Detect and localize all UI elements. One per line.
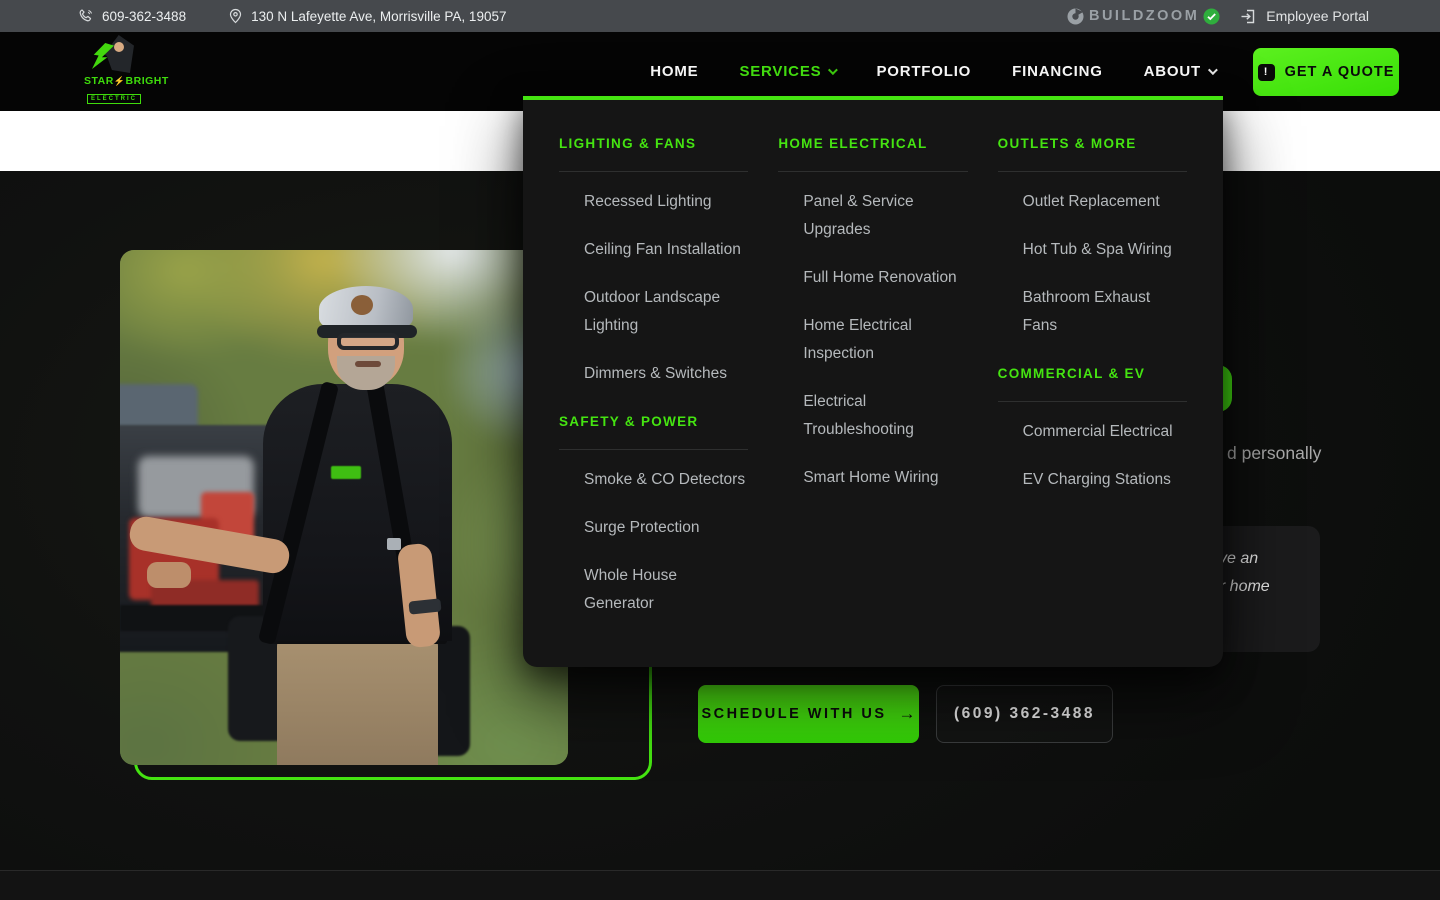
menu-column-3: OUTLETS & MORE Outlet Replacement Hot Tu… — [998, 136, 1187, 631]
phone-icon — [78, 8, 94, 24]
logo-mascot — [92, 35, 136, 73]
menu-item[interactable]: Electrical Troubleshooting — [803, 388, 967, 444]
topbar-phone-text: 609-362-3488 — [102, 9, 186, 24]
buildzoom-logo-icon — [1066, 7, 1085, 26]
photo-art — [387, 538, 401, 550]
electrician-photo — [120, 250, 568, 765]
photo-art — [277, 636, 438, 765]
menu-section-safety-power: SAFETY & POWER Smoke & CO Detectors Surg… — [559, 414, 748, 618]
photo-art — [337, 333, 399, 350]
menu-item[interactable]: Panel & Service Upgrades — [803, 188, 967, 244]
location-pin-icon — [228, 8, 243, 24]
nav-financing[interactable]: FINANCING — [1012, 63, 1103, 80]
menu-section-outlets-more: OUTLETS & MORE Outlet Replacement Hot Tu… — [998, 136, 1187, 340]
menu-column-2: HOME ELECTRICAL Panel & Service Upgrades… — [778, 136, 967, 631]
menu-item[interactable]: Dimmers & Switches — [584, 360, 748, 388]
arrow-right-icon: → — [899, 704, 916, 724]
menu-section-lighting-fans: LIGHTING & FANS Recessed Lighting Ceilin… — [559, 136, 748, 388]
menu-item[interactable]: Hot Tub & Spa Wiring — [1023, 236, 1187, 264]
menu-item[interactable]: Ceiling Fan Installation — [584, 236, 748, 264]
divider — [998, 401, 1187, 402]
menu-item[interactable]: Bathroom Exhaust Fans — [1023, 284, 1187, 340]
topbar-address-text: 130 N Lafeyette Ave, Morrisville PA, 190… — [251, 9, 506, 24]
nav-services[interactable]: SERVICES — [739, 63, 835, 80]
phone-number-button[interactable]: (609) 362-3488 — [936, 685, 1113, 743]
get-a-quote-label: GET A QUOTE — [1285, 64, 1395, 80]
photo-art — [147, 562, 191, 588]
menu-section-title: OUTLETS & MORE — [998, 136, 1187, 151]
intro-text-fragment: d personally — [1227, 443, 1321, 464]
schedule-label: SCHEDULE WITH US — [702, 706, 887, 722]
phone-button-label: (609) 362-3488 — [954, 705, 1095, 723]
menu-item[interactable]: Home Electrical Inspection — [803, 312, 967, 368]
top-utility-bar: 609-362-3488 130 N Lafeyette Ave, Morris… — [0, 0, 1440, 32]
services-dropdown-menu: LIGHTING & FANS Recessed Lighting Ceilin… — [523, 96, 1223, 667]
menu-section-title: HOME ELECTRICAL — [778, 136, 967, 151]
logo[interactable]: STAR⚡BRIGHT ELECTRIC — [84, 35, 144, 107]
menu-section-title: COMMERCIAL & EV — [998, 366, 1187, 381]
menu-item[interactable]: Commercial Electrical — [1023, 418, 1187, 446]
footer-strip — [0, 870, 1440, 900]
nav-about[interactable]: ABOUT — [1144, 63, 1215, 80]
lightning-bolt-glyph: ⚡ — [114, 76, 126, 86]
quote-badge-icon: ! — [1258, 64, 1275, 81]
menu-item[interactable]: Recessed Lighting — [584, 188, 748, 216]
divider — [559, 449, 748, 450]
logo-wordmark: STAR⚡BRIGHT — [84, 75, 144, 87]
verified-check-icon — [1203, 8, 1220, 25]
topbar-phone[interactable]: 609-362-3488 — [78, 8, 186, 24]
login-icon — [1240, 8, 1257, 25]
quote-text-fragment: ve an — [1219, 550, 1258, 568]
topbar-address: 130 N Lafeyette Ave, Morrisville PA, 190… — [228, 8, 506, 24]
divider — [998, 171, 1187, 172]
logo-subtitle: ELECTRIC — [87, 94, 141, 104]
get-a-quote-button[interactable]: ! GET A QUOTE — [1253, 48, 1399, 96]
photo-art — [351, 295, 373, 315]
buildzoom-badge[interactable]: BUILDZOOM — [1066, 7, 1220, 26]
buildzoom-label: BUILDZOOM — [1089, 8, 1199, 24]
chevron-down-icon — [1208, 65, 1218, 75]
menu-item[interactable]: Outlet Replacement — [1023, 188, 1187, 216]
chevron-down-icon — [828, 65, 838, 75]
nav-portfolio[interactable]: PORTFOLIO — [876, 63, 971, 80]
menu-item[interactable]: Whole House Generator — [584, 562, 748, 618]
photo-art — [331, 466, 361, 479]
menu-item[interactable]: Smoke & CO Detectors — [584, 466, 748, 494]
employee-portal-link[interactable]: Employee Portal — [1240, 8, 1369, 25]
nav-home[interactable]: HOME — [650, 63, 698, 80]
page: 609-362-3488 130 N Lafeyette Ave, Morris… — [0, 0, 1440, 900]
menu-item[interactable]: Outdoor Landscape Lighting — [584, 284, 748, 340]
menu-item[interactable]: Full Home Renovation — [803, 264, 967, 292]
menu-column-1: LIGHTING & FANS Recessed Lighting Ceilin… — [559, 136, 748, 631]
divider — [778, 171, 967, 172]
menu-item[interactable]: Smart Home Wiring — [803, 464, 967, 492]
menu-section-title: SAFETY & POWER — [559, 414, 748, 429]
photo-art — [355, 361, 381, 367]
menu-item[interactable]: Surge Protection — [584, 514, 748, 542]
employee-portal-label: Employee Portal — [1266, 8, 1369, 24]
menu-section-home-electrical: HOME ELECTRICAL Panel & Service Upgrades… — [778, 136, 967, 492]
schedule-with-us-button[interactable]: SCHEDULE WITH US → — [698, 685, 919, 743]
divider — [559, 171, 748, 172]
menu-item[interactable]: EV Charging Stations — [1023, 466, 1187, 494]
menu-section-title: LIGHTING & FANS — [559, 136, 748, 151]
menu-section-commercial-ev: COMMERCIAL & EV Commercial Electrical EV… — [998, 366, 1187, 494]
